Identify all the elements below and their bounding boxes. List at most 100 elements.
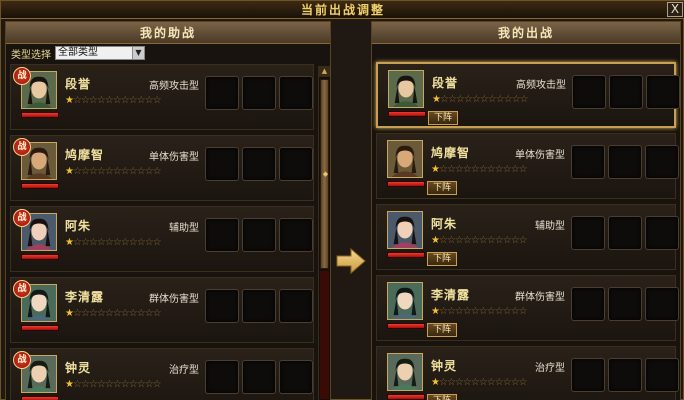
star-icon: ☆	[128, 237, 138, 248]
star-icon: ☆	[120, 379, 130, 390]
support-hero-card[interactable]: 战鸠摩智 单体伤害型 ★☆☆☆☆☆☆☆☆☆☆☆	[10, 135, 314, 201]
star-icon: ☆	[104, 379, 114, 390]
scroll-thumb[interactable]: ◆	[320, 79, 329, 269]
equipment-slot[interactable]	[645, 358, 679, 392]
star-icon: ☆	[486, 306, 496, 317]
remove-hero-button[interactable]: 下阵	[427, 181, 457, 195]
star-icon: ☆	[104, 95, 114, 106]
star-icon: ☆	[104, 308, 114, 319]
equipment-slot[interactable]	[571, 287, 605, 321]
equipment-slot[interactable]	[646, 75, 680, 109]
hero-portrait[interactable]	[388, 70, 424, 108]
chevron-down-icon[interactable]: ▼	[132, 47, 144, 59]
equipment-slot[interactable]	[242, 76, 276, 110]
star-icon: ☆	[446, 306, 456, 317]
hp-bar	[387, 394, 425, 400]
hero-portrait[interactable]	[387, 140, 423, 178]
equipment-slot[interactable]	[279, 147, 313, 181]
hero-portrait[interactable]	[387, 211, 423, 249]
close-button[interactable]: X	[667, 2, 683, 17]
star-icon: ☆	[502, 377, 512, 388]
star-icon: ☆	[144, 308, 154, 319]
equipment-slot[interactable]	[645, 287, 679, 321]
hero-role: 高频攻击型	[516, 80, 566, 91]
battle-hero-card[interactable]: 段誉 高频攻击型 ★☆☆☆☆☆☆☆☆☆☆☆ 下阵	[376, 62, 680, 128]
equipment-slot[interactable]	[205, 76, 239, 110]
star-icon: ☆	[72, 379, 82, 390]
hp-bar	[21, 183, 59, 189]
star-icon: ☆	[104, 166, 114, 177]
equipment-slot[interactable]	[645, 216, 679, 250]
star-icon: ☆	[518, 235, 528, 246]
star-icon: ☆	[152, 237, 162, 248]
star-icon: ☆	[470, 164, 480, 175]
star-icon: ☆	[519, 94, 529, 105]
title-bar: 当前出战调整 X	[1, 1, 684, 19]
support-hero-card[interactable]: 战李清露 群体伤害型 ★☆☆☆☆☆☆☆☆☆☆☆	[10, 277, 314, 343]
star-icon: ☆	[510, 235, 520, 246]
equipment-slot[interactable]	[242, 147, 276, 181]
equipment-slot[interactable]	[572, 75, 606, 109]
equipment-slot[interactable]	[242, 218, 276, 252]
equipment-slot[interactable]	[205, 289, 239, 323]
equipment-slot[interactable]	[608, 216, 642, 250]
equipment-slot[interactable]	[571, 358, 605, 392]
hero-name: 李清露	[65, 290, 105, 304]
battle-hero-card[interactable]: 阿朱 辅助型 ★☆☆☆☆☆☆☆☆☆☆☆ 下阵	[376, 204, 679, 270]
equipment-slot[interactable]	[645, 145, 679, 179]
star-icon: ☆	[80, 237, 90, 248]
scroll-track[interactable]	[320, 271, 329, 399]
type-filter-select[interactable]: 全部类型 ▼	[55, 46, 145, 60]
equipment-slot[interactable]	[205, 147, 239, 181]
support-hero-card[interactable]: 战段誉 高频攻击型 ★☆☆☆☆☆☆☆☆☆☆☆	[10, 64, 314, 130]
star-icon: ☆	[470, 306, 480, 317]
battle-hero-card[interactable]: 李清露 群体伤害型 ★☆☆☆☆☆☆☆☆☆☆☆ 下阵	[376, 275, 679, 341]
equipment-slot[interactable]	[279, 289, 313, 323]
battle-panel: 我的出战 段誉 高频攻击型 ★☆☆☆☆☆☆☆☆☆☆☆ 下阵 鸠摩智 单体伤害型 ★☆☆☆☆☆…	[371, 21, 681, 400]
star-icon: ☆	[446, 164, 456, 175]
hero-portrait[interactable]	[387, 282, 423, 320]
equipment-slot[interactable]	[205, 360, 239, 394]
star-icon: ☆	[120, 95, 130, 106]
equipment-slot[interactable]	[608, 358, 642, 392]
star-icon: ☆	[478, 377, 488, 388]
equipment-slot[interactable]	[242, 360, 276, 394]
star-icon: ☆	[463, 94, 473, 105]
remove-hero-button[interactable]: 下阵	[427, 252, 457, 266]
hero-name: 段誉	[65, 77, 92, 91]
equipment-slot[interactable]	[242, 289, 276, 323]
star-icon: ☆	[128, 308, 138, 319]
equipment-slot[interactable]	[608, 287, 642, 321]
equipment-slot[interactable]	[279, 218, 313, 252]
star-icon: ☆	[494, 164, 504, 175]
equipment-slot[interactable]	[205, 218, 239, 252]
scrollbar[interactable]: ▲ ◆	[318, 66, 330, 400]
support-hero-card[interactable]: 战阿朱 辅助型 ★☆☆☆☆☆☆☆☆☆☆☆	[10, 206, 314, 272]
scroll-up-icon[interactable]: ▲	[319, 66, 330, 77]
formation-window: 当前出战调整 X 我的助战 类型选择 全部类型 ▼ 战段誉 高频攻击型 ★☆☆☆☆☆…	[0, 0, 684, 400]
remove-hero-button[interactable]: 下阵	[427, 394, 457, 400]
equipment-slot[interactable]	[279, 360, 313, 394]
equipment-slot[interactable]	[279, 76, 313, 110]
equipment-slot[interactable]	[608, 145, 642, 179]
star-icon: ☆	[88, 237, 98, 248]
remove-hero-button[interactable]: 下阵	[427, 323, 457, 337]
equipment-slot[interactable]	[571, 216, 605, 250]
support-hero-card[interactable]: 战钟灵 治疗型 ★☆☆☆☆☆☆☆☆☆☆☆	[10, 348, 314, 400]
battle-hero-card[interactable]: 钟灵治疗型★☆☆☆☆☆☆☆☆☆☆☆下阵	[376, 346, 679, 400]
hero-portrait[interactable]	[387, 353, 423, 391]
equipment-slot[interactable]	[609, 75, 643, 109]
equipment-slot[interactable]	[571, 145, 605, 179]
star-icon: ☆	[152, 95, 162, 106]
star-icon: ☆	[144, 379, 154, 390]
star-icon: ☆	[128, 95, 138, 106]
star-icon: ☆	[104, 237, 114, 248]
star-icon: ☆	[112, 95, 122, 106]
star-icon: ☆	[478, 164, 488, 175]
star-rating: ★☆☆☆☆☆☆☆☆☆☆☆	[432, 94, 529, 105]
battle-hero-card[interactable]: 鸠摩智 单体伤害型 ★☆☆☆☆☆☆☆☆☆☆☆ 下阵	[376, 133, 679, 199]
star-rating: ★☆☆☆☆☆☆☆☆☆☆☆	[65, 379, 162, 390]
hero-role: 辅助型	[535, 221, 565, 232]
remove-hero-button[interactable]: 下阵	[428, 111, 458, 125]
star-rating: ★☆☆☆☆☆☆☆☆☆☆☆	[65, 308, 162, 319]
